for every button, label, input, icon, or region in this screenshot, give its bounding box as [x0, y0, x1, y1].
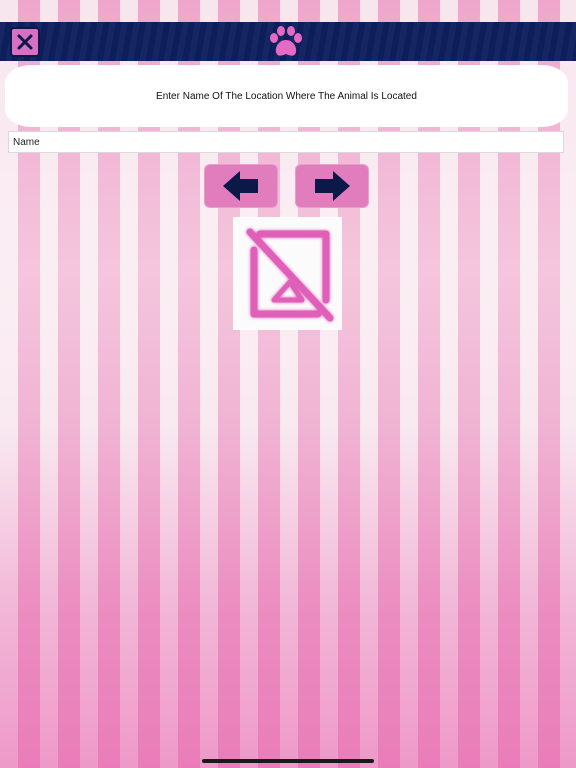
home-indicator[interactable] [202, 759, 374, 763]
location-name-input[interactable] [8, 131, 564, 153]
next-button[interactable] [295, 164, 369, 208]
arrow-left-icon [223, 171, 258, 201]
arrow-right-icon [315, 171, 350, 201]
instruction-text: Enter Name Of The Location Where The Ani… [156, 90, 417, 102]
broken-image-icon [246, 228, 333, 321]
animal-image-placeholder[interactable] [233, 217, 342, 330]
paw-icon [270, 26, 302, 56]
close-x-icon [17, 34, 33, 50]
close-button[interactable] [10, 27, 40, 57]
previous-button[interactable] [204, 164, 278, 208]
instruction-card: Enter Name Of The Location Where The Ani… [5, 65, 568, 127]
top-navigation-bar [0, 22, 576, 61]
screen: Enter Name Of The Location Where The Ani… [0, 0, 576, 768]
